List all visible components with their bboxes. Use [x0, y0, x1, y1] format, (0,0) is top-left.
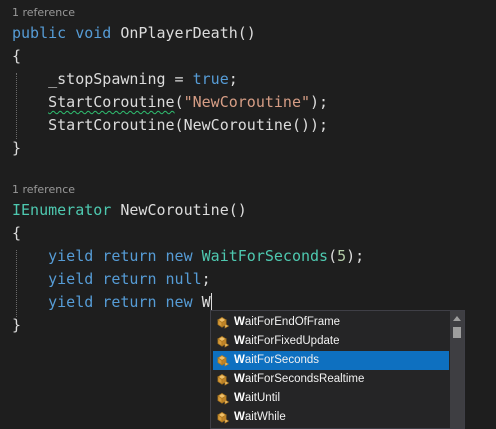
scroll-up-arrow-icon[interactable]	[453, 316, 461, 321]
close-paren: );	[346, 247, 365, 265]
field-assignment: _stopSpawning =	[48, 70, 193, 88]
completion-match-text: W	[234, 335, 245, 347]
keyword-return: return	[102, 270, 157, 288]
completion-rest-text: aitForSeconds	[244, 354, 320, 366]
completion-item-label: WaitWhile	[234, 408, 286, 427]
close-brace-line[interactable]: }	[12, 314, 21, 337]
completion-item[interactable]: WaitForEndOfFrame	[213, 313, 449, 332]
completion-match-text: W	[234, 354, 245, 366]
keyword-public: public	[12, 24, 67, 42]
keyword-new: new	[165, 247, 193, 265]
class-icon	[216, 391, 231, 406]
class-icon	[216, 410, 231, 425]
yield-line-current[interactable]: yield return new W	[12, 291, 219, 314]
yield-line[interactable]: yield return new WaitForSeconds(5);	[12, 245, 364, 268]
reference-count-codelens[interactable]: 1 reference	[12, 6, 75, 19]
string-literal: "NewCoroutine"	[183, 93, 311, 111]
semicolon: ;	[228, 70, 238, 88]
completion-match-text: W	[234, 316, 245, 328]
reference-count-codelens[interactable]: 1 reference	[12, 183, 75, 196]
completion-item-label: WaitForSeconds	[234, 351, 319, 370]
class-icon	[216, 372, 231, 387]
class-icon	[216, 334, 231, 349]
open-brace-line[interactable]: {	[12, 222, 21, 245]
completion-rest-text: aitForSecondsRealtime	[244, 373, 365, 385]
keyword-yield: yield	[48, 247, 94, 265]
class-icon	[216, 353, 231, 368]
keyword-void: void	[75, 24, 112, 42]
completion-item[interactable]: WaitUntil	[213, 389, 449, 408]
method-signature-line[interactable]: IEnumerator NewCoroutine()	[12, 199, 247, 222]
statement-line[interactable]: StartCoroutine(NewCoroutine());	[12, 114, 328, 137]
close-brace-line[interactable]: }	[12, 137, 21, 160]
keyword-yield: yield	[48, 293, 94, 311]
completion-match-text: W	[234, 373, 245, 385]
keyword-return: return	[102, 247, 157, 265]
statement-line[interactable]: _stopSpawning = true;	[12, 68, 238, 91]
yield-line[interactable]: yield return null;	[12, 268, 211, 291]
completion-match-text: W	[234, 392, 245, 404]
method-call: StartCoroutine(NewCoroutine());	[48, 116, 329, 134]
text-cursor	[210, 293, 212, 310]
completion-scrollbar[interactable]	[450, 311, 464, 428]
keyword-null: null	[165, 270, 202, 288]
method-name: OnPlayerDeath()	[120, 24, 256, 42]
completion-rest-text: aitForEndOfFrame	[244, 316, 341, 328]
completion-item[interactable]: WaitForFixedUpdate	[213, 332, 449, 351]
completion-item[interactable]: WaitForSecondsRealtime	[213, 370, 449, 389]
completion-item-label: WaitForEndOfFrame	[234, 313, 340, 332]
open-brace: {	[12, 224, 22, 242]
open-brace: {	[12, 47, 22, 65]
code-editor[interactable]: 1 reference public void OnPlayerDeath() …	[0, 0, 496, 429]
statement-line[interactable]: StartCoroutine("NewCoroutine");	[12, 91, 328, 114]
close-paren: );	[310, 93, 329, 111]
completion-rest-text: aitWhile	[244, 411, 286, 423]
completion-item[interactable]: WaitWhile	[213, 408, 449, 427]
open-paren: (	[328, 247, 338, 265]
keyword-return: return	[102, 293, 157, 311]
open-paren: (	[174, 93, 184, 111]
close-brace: }	[12, 139, 22, 157]
completion-item-selected[interactable]: WaitForSeconds	[213, 351, 449, 370]
type-waitforseconds: WaitForSeconds	[201, 247, 329, 265]
completion-rest-text: aitUntil	[244, 392, 281, 404]
scrollbar-thumb[interactable]	[453, 327, 461, 338]
semicolon: ;	[201, 270, 211, 288]
completion-rest-text: aitForFixedUpdate	[244, 335, 340, 347]
keyword-true: true	[192, 70, 229, 88]
open-brace-line[interactable]: {	[12, 45, 21, 68]
keyword-new: new	[165, 293, 193, 311]
completion-item-label: WaitForFixedUpdate	[234, 332, 339, 351]
completion-match-text: W	[234, 411, 245, 423]
type-ienumerator: IEnumerator	[12, 201, 112, 219]
number-literal: 5	[337, 247, 347, 265]
close-brace: }	[12, 316, 22, 334]
class-icon	[216, 315, 231, 330]
intellisense-completion-list[interactable]: WaitForEndOfFrame WaitForFixedUpdate WaitF…	[210, 310, 465, 429]
typed-text: W	[201, 293, 211, 311]
method-signature-line[interactable]: public void OnPlayerDeath()	[12, 22, 256, 45]
completion-item-label: WaitForSecondsRealtime	[234, 370, 364, 389]
method-call-warning: StartCoroutine	[48, 93, 175, 111]
completion-item-label: WaitUntil	[234, 389, 280, 408]
method-name: NewCoroutine()	[111, 201, 247, 219]
keyword-yield: yield	[48, 270, 94, 288]
